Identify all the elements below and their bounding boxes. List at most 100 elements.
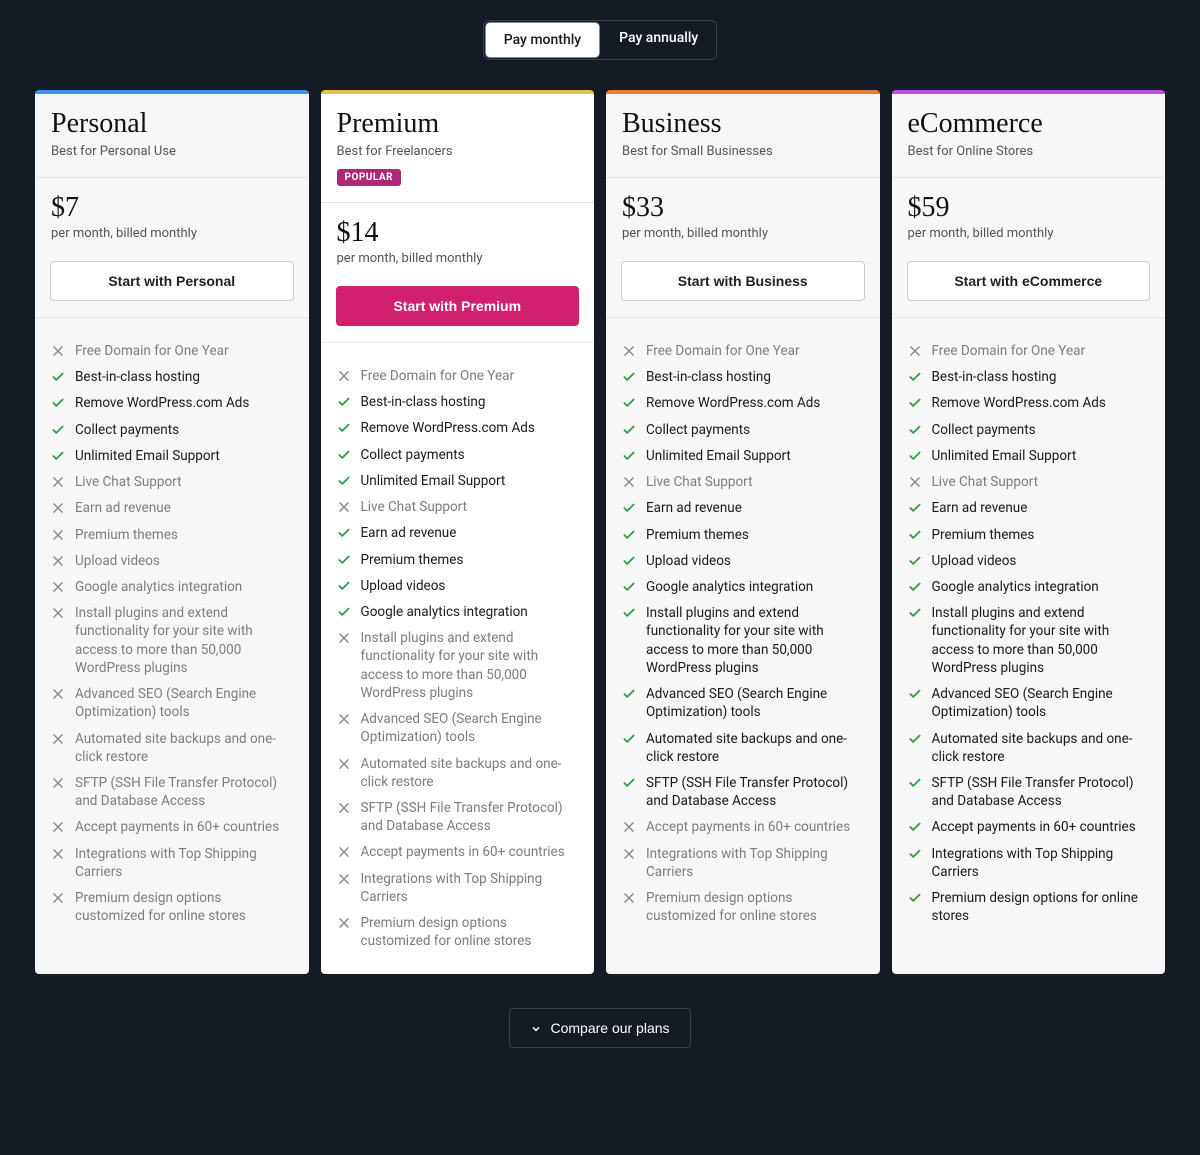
- check-icon: [51, 370, 65, 384]
- feature-label: Best-in-class hosting: [75, 368, 200, 386]
- feature-row: Unlimited Email Support: [908, 443, 1150, 469]
- plan-price-sub: per month, billed monthly: [622, 226, 864, 241]
- feature-row: Advanced SEO (Search Engine Optimization…: [337, 706, 579, 750]
- check-icon: [337, 579, 351, 593]
- feature-label: Free Domain for One Year: [75, 342, 229, 360]
- cross-icon: [51, 891, 65, 905]
- feature-row: Upload videos: [337, 573, 579, 599]
- feature-label: Accept payments in 60+ countries: [75, 818, 279, 836]
- plan-subtitle: Best for Small Businesses: [622, 144, 864, 159]
- check-icon: [622, 606, 636, 620]
- plan-card-business: BusinessBest for Small Businesses$33per …: [606, 90, 880, 974]
- plan-price: $14: [337, 217, 579, 249]
- feature-label: Earn ad revenue: [361, 524, 457, 542]
- check-icon: [337, 553, 351, 567]
- plan-subtitle: Best for Online Stores: [908, 144, 1150, 159]
- start-premium-button[interactable]: Start with Premium: [336, 286, 580, 326]
- feature-label: Install plugins and extend functionality…: [646, 604, 864, 677]
- plan-price-sub: per month, billed monthly: [51, 226, 293, 241]
- plan-price-sub: per month, billed monthly: [337, 251, 579, 266]
- feature-row: Upload videos: [908, 548, 1150, 574]
- feature-label: Install plugins and extend functionality…: [932, 604, 1150, 677]
- feature-label: Integrations with Top Shipping Carriers: [646, 845, 864, 881]
- cross-icon: [622, 847, 636, 861]
- cross-icon: [51, 732, 65, 746]
- feature-label: Accept payments in 60+ countries: [361, 843, 565, 861]
- feature-row: Premium themes: [51, 522, 293, 548]
- feature-label: Upload videos: [932, 552, 1017, 570]
- plan-header: BusinessBest for Small Businesses: [606, 94, 880, 178]
- feature-label: Automated site backups and one-click res…: [646, 730, 864, 766]
- feature-row: Upload videos: [622, 548, 864, 574]
- toggle-monthly[interactable]: Pay monthly: [486, 23, 599, 57]
- feature-label: Live Chat Support: [932, 473, 1038, 491]
- feature-row: Advanced SEO (Search Engine Optimization…: [51, 681, 293, 725]
- feature-row: Accept payments in 60+ countries: [51, 814, 293, 840]
- feature-label: Google analytics integration: [646, 578, 813, 596]
- feature-label: Collect payments: [75, 421, 179, 439]
- feature-row: Collect payments: [622, 417, 864, 443]
- feature-row: Install plugins and extend functionality…: [337, 625, 579, 706]
- check-icon: [622, 501, 636, 515]
- feature-label: Unlimited Email Support: [75, 447, 220, 465]
- feature-label: Advanced SEO (Search Engine Optimization…: [361, 710, 579, 746]
- feature-label: Upload videos: [361, 577, 446, 595]
- feature-label: Remove WordPress.com Ads: [932, 394, 1106, 412]
- plan-header: PersonalBest for Personal Use: [35, 94, 309, 178]
- check-icon: [908, 423, 922, 437]
- feature-label: Remove WordPress.com Ads: [75, 394, 249, 412]
- feature-label: Collect payments: [361, 446, 465, 464]
- cross-icon: [51, 847, 65, 861]
- cross-icon: [337, 872, 351, 886]
- feature-row: Premium design options customized for on…: [337, 910, 579, 954]
- check-icon: [337, 605, 351, 619]
- feature-label: Earn ad revenue: [646, 499, 742, 517]
- check-icon: [622, 776, 636, 790]
- feature-label: Collect payments: [932, 421, 1036, 439]
- feature-row: Google analytics integration: [51, 574, 293, 600]
- start-business-button[interactable]: Start with Business: [621, 261, 865, 301]
- feature-label: Install plugins and extend functionality…: [75, 604, 293, 677]
- start-ecommerce-button[interactable]: Start with eCommerce: [907, 261, 1151, 301]
- plan-price: $59: [908, 192, 1150, 224]
- price-block: $14 per month, billed monthly: [321, 203, 595, 282]
- feature-row: Best-in-class hosting: [622, 364, 864, 390]
- feature-row: Free Domain for One Year: [337, 363, 579, 389]
- check-icon: [51, 423, 65, 437]
- feature-row: Accept payments in 60+ countries: [622, 814, 864, 840]
- feature-label: Live Chat Support: [75, 473, 181, 491]
- feature-label: Premium design options customized for on…: [361, 914, 579, 950]
- feature-row: Install plugins and extend functionality…: [908, 600, 1150, 681]
- check-icon: [622, 528, 636, 542]
- cross-icon: [51, 687, 65, 701]
- feature-row: SFTP (SSH File Transfer Protocol) and Da…: [51, 770, 293, 814]
- feature-row: Best-in-class hosting: [337, 389, 579, 415]
- plan-card-ecommerce: eCommerce Best for Online Stores $59 per mo…: [892, 90, 1166, 974]
- feature-row: Premium design options for online stores: [908, 885, 1150, 929]
- feature-label: Accept payments in 60+ countries: [646, 818, 850, 836]
- compare-plans-label: Compare our plans: [550, 1020, 669, 1036]
- check-icon: [51, 449, 65, 463]
- chevron-down-icon: [530, 1022, 542, 1034]
- feature-row: Advanced SEO (Search Engine Optimization…: [622, 681, 864, 725]
- plan-name: Premium: [337, 108, 579, 140]
- compare-plans-button[interactable]: Compare our plans: [509, 1008, 690, 1048]
- feature-row: Unlimited Email Support: [622, 443, 864, 469]
- check-icon: [908, 501, 922, 515]
- feature-row: Unlimited Email Support: [51, 443, 293, 469]
- cross-icon: [51, 344, 65, 358]
- check-icon: [337, 421, 351, 435]
- plan-name: eCommerce: [908, 108, 1150, 140]
- feature-label: Best-in-class hosting: [646, 368, 771, 386]
- feature-row: Unlimited Email Support: [337, 468, 579, 494]
- feature-row: Best-in-class hosting: [908, 364, 1150, 390]
- feature-row: Best-in-class hosting: [51, 364, 293, 390]
- toggle-annually[interactable]: Pay annually: [601, 21, 716, 59]
- plan-price-sub: per month, billed monthly: [908, 226, 1150, 241]
- cross-icon: [337, 757, 351, 771]
- feature-label: Free Domain for One Year: [361, 367, 515, 385]
- feature-label: Premium design options customized for on…: [75, 889, 293, 925]
- check-icon: [908, 370, 922, 384]
- feature-label: Unlimited Email Support: [932, 447, 1077, 465]
- start-personal-button[interactable]: Start with Personal: [50, 261, 294, 301]
